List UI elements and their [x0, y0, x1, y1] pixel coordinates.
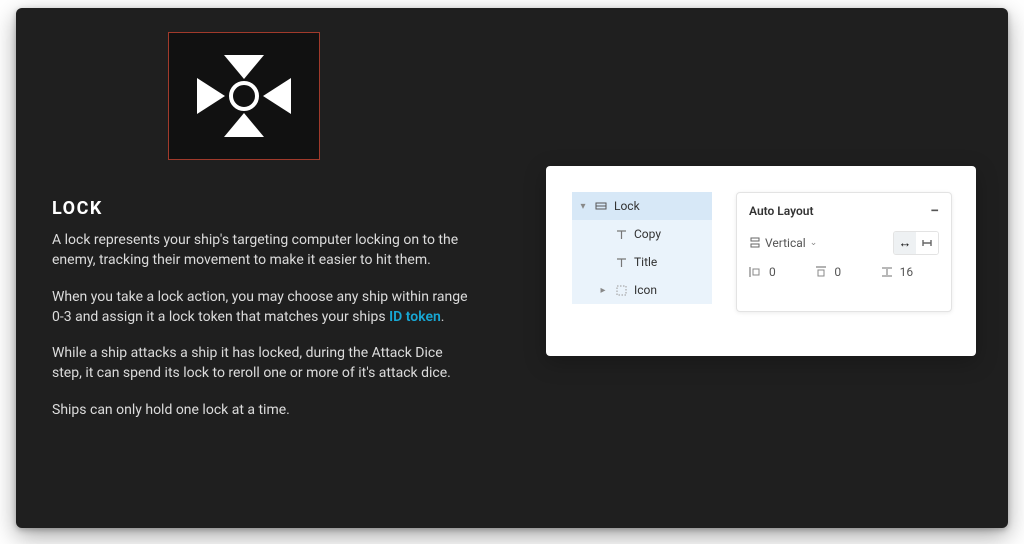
layer-label: Copy — [634, 227, 712, 241]
id-token-link[interactable]: ID token — [389, 309, 441, 325]
spacing-value: 16 — [900, 265, 914, 279]
vertical-stack-icon — [749, 237, 761, 249]
direction-row: Vertical ⌄ ↔ — [749, 231, 939, 255]
group-icon — [614, 285, 628, 296]
chevron-down-icon: ▾ — [578, 201, 588, 212]
item-spacing-field[interactable]: 16 — [880, 265, 939, 279]
inspector-header: Auto Layout − — [749, 203, 939, 219]
layer-row-copy[interactable]: Copy — [572, 220, 712, 248]
text-icon — [614, 229, 628, 240]
lock-icon-frame — [168, 32, 320, 160]
padding-v-value: 0 — [834, 265, 841, 279]
chevron-down-icon: ⌄ — [810, 238, 818, 248]
chevron-right-icon: ▸ — [598, 285, 608, 296]
figma-panel: ▾ Lock Copy Title ▸ — [546, 166, 976, 356]
frame-icon — [594, 200, 608, 212]
direction-label: Vertical — [765, 236, 806, 250]
direction-toggle: ↔ — [893, 231, 939, 255]
lock-body: A lock represents your ship's targeting … — [52, 230, 472, 436]
paragraph-1: A lock represents your ship's targeting … — [52, 230, 472, 271]
spacing-grid: 0 0 16 — [749, 265, 939, 279]
padding-h-icon — [749, 265, 763, 279]
inspector-title: Auto Layout — [749, 204, 814, 218]
direction-field[interactable]: Vertical ⌄ — [749, 236, 817, 250]
layer-label: Icon — [634, 283, 712, 297]
padding-v-icon — [814, 265, 828, 279]
horizontal-arrow-icon[interactable]: ↔ — [894, 232, 916, 254]
layer-label: Lock — [614, 199, 712, 213]
layer-row-icon[interactable]: ▸ Icon — [572, 276, 712, 304]
layer-row-title[interactable]: Title — [572, 248, 712, 276]
vertical-bar-icon[interactable] — [916, 232, 938, 254]
auto-layout-inspector: Auto Layout − Vertical ⌄ ↔ — [736, 192, 952, 312]
layer-label: Title — [634, 255, 712, 269]
paragraph-3: While a ship attacks a ship it has locke… — [52, 343, 472, 384]
lock-crosshair-icon — [189, 49, 299, 143]
spacing-icon — [880, 265, 894, 279]
text-icon — [614, 257, 628, 268]
paragraph-4: Ships can only hold one lock at a time. — [52, 400, 472, 420]
document-card: LOCK A lock represents your ship's targe… — [16, 8, 1008, 528]
layer-row-lock[interactable]: ▾ Lock — [572, 192, 712, 220]
paragraph-2b: . — [441, 309, 445, 325]
padding-h-value: 0 — [769, 265, 776, 279]
layers-panel: ▾ Lock Copy Title ▸ — [572, 192, 712, 304]
paragraph-2: When you take a lock action, you may cho… — [52, 287, 472, 328]
padding-vertical-field[interactable]: 0 — [814, 265, 873, 279]
collapse-icon[interactable]: − — [930, 203, 939, 219]
padding-horizontal-field[interactable]: 0 — [749, 265, 808, 279]
lock-title: LOCK — [52, 198, 103, 219]
